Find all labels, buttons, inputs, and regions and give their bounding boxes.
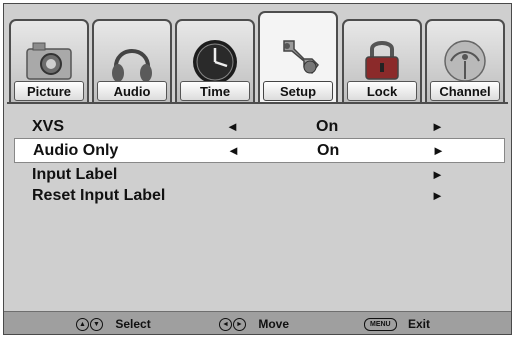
menu-item-xvs[interactable]: XVS ◄ On ► xyxy=(14,116,505,137)
menu-item-label: Input Label xyxy=(32,166,118,183)
tab-lock[interactable]: Lock xyxy=(342,19,422,103)
menu-item-audio-only[interactable]: Audio Only ◄ On ► xyxy=(14,138,505,163)
up-key-icon: ▲ xyxy=(76,318,89,332)
tab-label: Time xyxy=(180,81,250,101)
right-arrow-icon[interactable]: ► xyxy=(431,164,444,185)
menu-item-label: Audio Only xyxy=(33,142,119,159)
tab-label: Audio xyxy=(97,81,167,101)
padlock-icon xyxy=(365,41,399,80)
camera-icon xyxy=(26,42,72,80)
tab-channel[interactable]: Channel xyxy=(425,19,505,103)
tab-setup[interactable]: Setup xyxy=(258,11,338,103)
left-arrow-icon[interactable]: ◄ xyxy=(226,116,239,137)
select-hint: ▲ ▼ Select xyxy=(76,316,151,332)
right-arrow-icon[interactable]: ► xyxy=(431,116,444,137)
down-key-icon: ▼ xyxy=(90,318,103,332)
tab-baseline-divider xyxy=(7,102,508,104)
tab-audio[interactable]: Audio xyxy=(92,19,172,103)
setup-options-list: XVS ◄ On ► Audio Only ◄ On ► Input Label… xyxy=(14,116,505,206)
move-hint-label: Move xyxy=(258,317,290,331)
key-hint-bar: ▲ ▼ Select ◄ ► Move MENU Exit xyxy=(4,311,511,334)
select-hint-label: Select xyxy=(115,317,151,331)
wrench-icon xyxy=(283,40,319,75)
menu-tabs: Picture Audio Time Setup Lock Channel xyxy=(9,11,507,103)
menu-item-label: XVS xyxy=(32,118,65,135)
menu-item-reset-input-label[interactable]: Reset Input Label ► xyxy=(14,185,505,206)
left-key-icon: ◄ xyxy=(219,318,232,332)
right-key-icon: ► xyxy=(233,318,246,332)
menu-item-value: On xyxy=(316,118,339,135)
tab-label: Lock xyxy=(347,81,417,101)
clock-icon xyxy=(193,40,237,84)
tab-label: Setup xyxy=(263,81,333,101)
setup-menu-screen: Picture Audio Time Setup Lock Channel XV… xyxy=(3,3,512,335)
satellite-dish-icon xyxy=(444,40,486,82)
menu-item-label: Reset Input Label xyxy=(32,187,166,204)
menu-item-value: On xyxy=(317,142,340,159)
tab-label: Picture xyxy=(14,81,84,101)
tab-time[interactable]: Time xyxy=(175,19,255,103)
headphones-icon xyxy=(112,49,152,82)
menu-item-input-label[interactable]: Input Label ► xyxy=(14,164,505,185)
tab-picture[interactable]: Picture xyxy=(9,19,89,103)
right-arrow-icon[interactable]: ► xyxy=(431,185,444,206)
tab-label: Channel xyxy=(430,81,500,101)
exit-hint: MENU Exit xyxy=(364,316,430,332)
menu-key-icon: MENU xyxy=(364,318,397,332)
left-arrow-icon[interactable]: ◄ xyxy=(227,139,240,162)
exit-hint-label: Exit xyxy=(407,317,430,331)
right-arrow-icon[interactable]: ► xyxy=(432,139,445,162)
move-hint: ◄ ► Move xyxy=(219,316,289,332)
